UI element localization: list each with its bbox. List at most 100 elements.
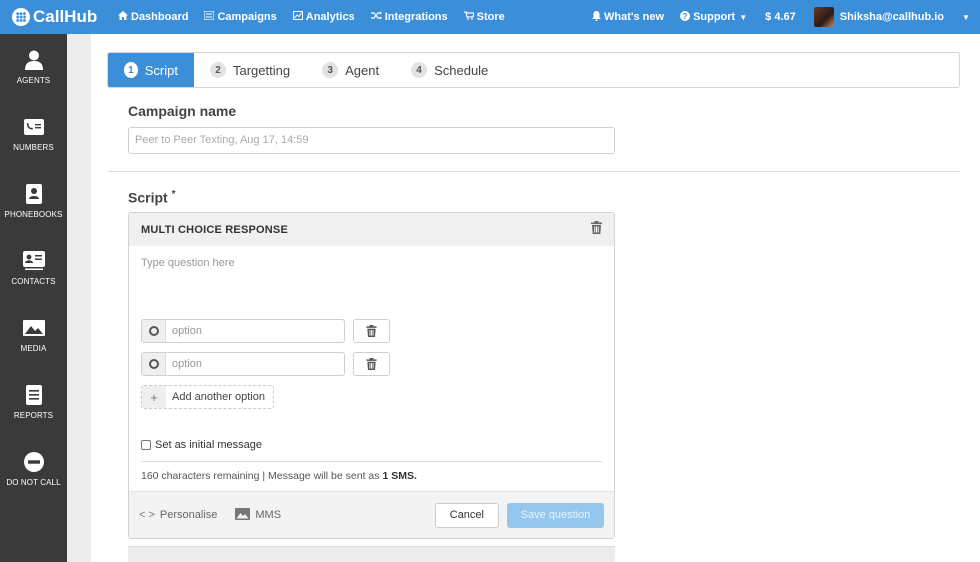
nav-integrations-label: Integrations xyxy=(384,11,448,23)
cart-icon xyxy=(463,11,475,23)
step-number: 4 xyxy=(411,62,428,78)
user-menu-chevron-icon[interactable]: ▼ xyxy=(952,13,980,22)
step-number: 2 xyxy=(210,62,226,78)
personalise-button[interactable]: < > Personalise xyxy=(139,509,217,521)
phonebook-icon xyxy=(23,184,45,204)
card-divider xyxy=(141,461,602,462)
step-number: 3 xyxy=(322,62,339,78)
required-mark: * xyxy=(171,189,176,200)
sidebar-item-contacts[interactable]: CONTACTS xyxy=(0,235,67,302)
account-balance[interactable]: $ 4.67 xyxy=(755,11,806,23)
chars-remaining-text: 160 characters remaining | Message will … xyxy=(141,470,383,482)
code-brackets-icon: < > xyxy=(139,509,155,521)
top-navbar: CallHub Dashboard Campaigns Analytics In… xyxy=(0,0,980,34)
tab-agent[interactable]: 3 Agent xyxy=(306,53,395,87)
image-icon xyxy=(22,318,45,338)
character-counter: 160 characters remaining | Message will … xyxy=(141,470,417,482)
question-card-header: MULTI CHOICE RESPONSE xyxy=(129,213,614,246)
block-icon xyxy=(23,452,45,472)
script-label: Script * xyxy=(128,189,175,206)
mms-button[interactable]: MMS xyxy=(235,507,282,523)
script-label-text: Script xyxy=(128,189,168,206)
option-placeholder: option xyxy=(172,358,202,370)
callhub-logo-icon xyxy=(12,8,30,26)
nav-analytics[interactable]: Analytics xyxy=(285,11,363,23)
tab-label: Schedule xyxy=(434,62,489,78)
support-menu[interactable]: ? Support ▼ xyxy=(672,10,755,24)
home-icon xyxy=(118,11,128,23)
radio-icon xyxy=(142,320,166,342)
user-menu[interactable]: Shiksha@callhub.io xyxy=(806,7,952,27)
question-icon: ? xyxy=(680,10,691,24)
trash-icon xyxy=(366,325,377,337)
phone-card-icon xyxy=(23,117,45,137)
whats-new-link[interactable]: What's new xyxy=(584,10,672,24)
sidebar-item-label: MEDIA xyxy=(20,344,47,353)
step-number: 1 xyxy=(124,62,138,78)
sms-count: 1 SMS. xyxy=(382,470,417,482)
sidebar-item-label: AGENTS xyxy=(16,76,51,85)
option-input[interactable]: option xyxy=(141,319,345,343)
nav-store[interactable]: Store xyxy=(456,11,513,23)
delete-option-button[interactable] xyxy=(353,319,390,343)
sidebar-item-do-not-call[interactable]: DO NOT CALL xyxy=(0,436,67,503)
list-icon xyxy=(203,10,216,23)
sidebar-item-media[interactable]: MEDIA xyxy=(0,302,67,369)
nav-integrations[interactable]: Integrations xyxy=(363,11,456,23)
sidebar: AGENTS NUMBERS PHONEBOOKS CONTACTS MEDIA… xyxy=(0,34,67,562)
delete-option-button[interactable] xyxy=(353,352,390,376)
cancel-button[interactable]: Cancel xyxy=(434,502,499,528)
sidebar-item-agents[interactable]: AGENTS xyxy=(0,34,67,101)
tab-label: Agent xyxy=(345,62,380,78)
delete-question-trash-icon[interactable] xyxy=(591,220,602,239)
sidebar-item-phonebooks[interactable]: PHONEBOOKS xyxy=(0,168,67,235)
initial-message-label: Set as initial message xyxy=(155,439,262,451)
nav-dashboard[interactable]: Dashboard xyxy=(110,11,196,23)
initial-message-checkbox[interactable] xyxy=(141,440,151,450)
initial-message-toggle[interactable]: Set as initial message xyxy=(141,439,262,451)
radio-icon xyxy=(142,353,166,375)
option-placeholder: option xyxy=(172,325,202,337)
option-row: option xyxy=(141,319,390,343)
brand-name: CallHub xyxy=(33,7,98,26)
contact-card-icon xyxy=(22,251,45,271)
report-icon xyxy=(23,385,45,405)
mms-label: MMS xyxy=(255,509,282,521)
question-type-title: MULTI CHOICE RESPONSE xyxy=(141,223,289,236)
chart-icon xyxy=(292,11,303,23)
option-input[interactable]: option xyxy=(141,352,345,376)
tab-targetting[interactable]: 2 Targetting xyxy=(194,53,306,87)
sidebar-item-label: DO NOT CALL xyxy=(6,478,61,487)
nav-campaigns[interactable]: Campaigns xyxy=(196,10,284,23)
sidebar-item-numbers[interactable]: NUMBERS xyxy=(0,101,67,168)
tab-label: Targetting xyxy=(233,62,291,78)
sidebar-item-label: NUMBERS xyxy=(13,143,54,152)
nav-right: What's new ? Support ▼ $ 4.67 Shiksha@ca… xyxy=(584,0,980,34)
sidebar-item-label: PHONEBOOKS xyxy=(4,210,63,219)
add-option-label: Add another option xyxy=(172,391,265,403)
trash-icon xyxy=(366,358,377,370)
sidebar-item-label: REPORTS xyxy=(13,411,54,420)
question-card-footer: < > Personalise MMS Cancel Save question xyxy=(129,491,614,538)
support-label: Support xyxy=(693,11,736,23)
sidebar-item-label: CONTACTS xyxy=(11,277,56,286)
main-panel: 1 Script 2 Targetting 3 Agent 4 Schedule… xyxy=(91,34,980,562)
nav-dashboard-label: Dashboard xyxy=(131,11,189,23)
save-question-button[interactable]: Save question xyxy=(507,502,604,528)
sidebar-item-reports[interactable]: REPORTS xyxy=(0,369,67,436)
person-icon xyxy=(23,50,45,70)
nav-store-label: Store xyxy=(476,11,505,23)
page-gutter xyxy=(67,34,91,562)
next-question-card xyxy=(128,546,615,562)
question-text-input[interactable]: Type question here xyxy=(141,257,235,269)
add-option-button[interactable]: + Add another option xyxy=(141,385,274,409)
tab-label: Script xyxy=(144,62,178,78)
nav-campaigns-label: Campaigns xyxy=(217,11,277,23)
chevron-down-icon: ▼ xyxy=(739,12,748,22)
nav-analytics-label: Analytics xyxy=(305,11,355,23)
brand-logo[interactable]: CallHub xyxy=(0,0,110,34)
shuffle-icon xyxy=(370,11,382,23)
campaign-name-input[interactable]: Peer to Peer Texting, Aug 17, 14:59 xyxy=(128,127,615,154)
tab-schedule[interactable]: 4 Schedule xyxy=(395,53,504,87)
tab-script[interactable]: 1 Script xyxy=(108,53,194,87)
